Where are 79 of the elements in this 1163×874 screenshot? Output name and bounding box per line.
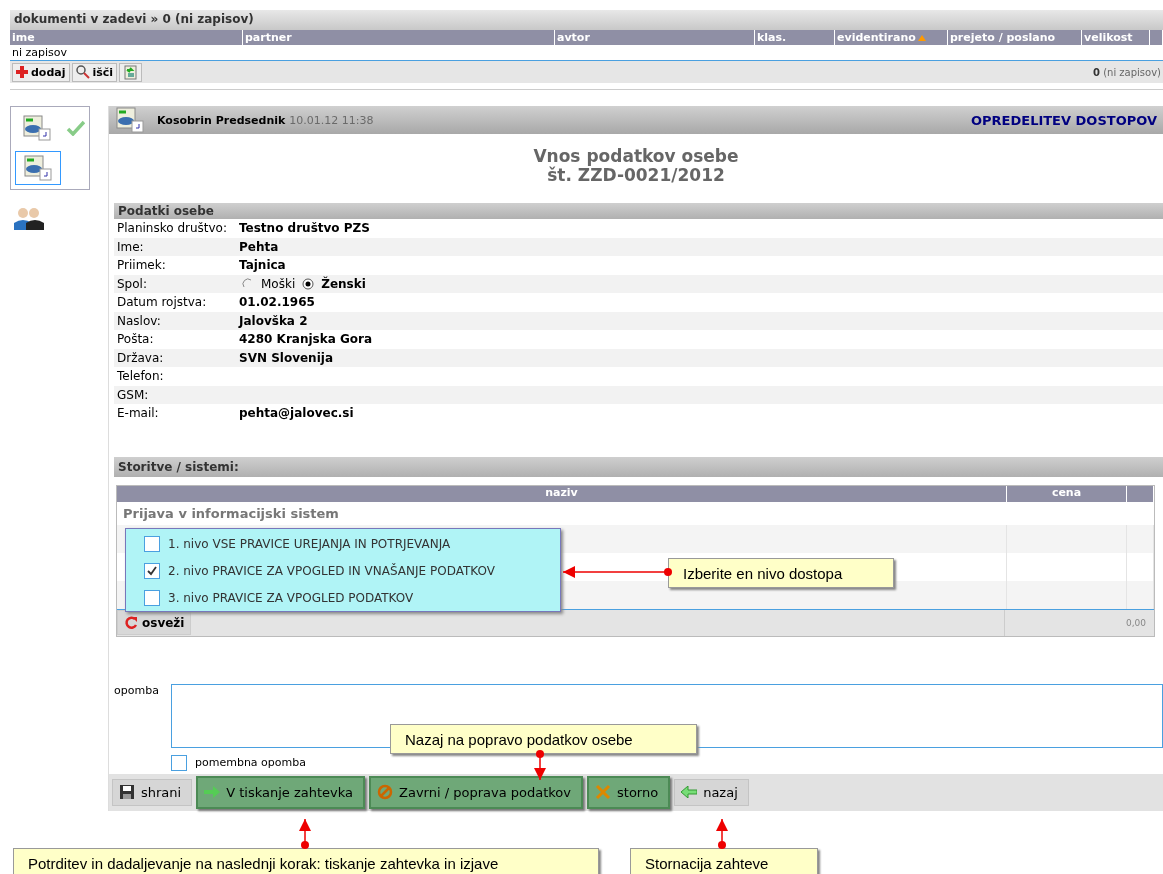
- checkbox[interactable]: [144, 562, 160, 579]
- sort-icon: [917, 34, 926, 41]
- document-number: št. ZZD-0021/2012: [546, 166, 726, 185]
- group-title: Prijava v informacijski sistem: [122, 504, 340, 523]
- field-label: Ime:: [117, 239, 145, 254]
- field-value: Testno društvo PZS: [239, 221, 370, 236]
- checkbox-label: 1. nivo VSE PRAVICE UREJANJA IN POTRJEVANJA: [168, 536, 451, 551]
- users-icon[interactable]: [14, 206, 44, 230]
- cross-icon: [595, 784, 611, 800]
- field-value: Tajnica: [239, 258, 286, 273]
- checkbox-label: pomembna opomba: [195, 756, 306, 769]
- document-icon: [123, 64, 139, 80]
- field-label: Pošta:: [117, 332, 155, 347]
- radio-button[interactable]: [302, 277, 315, 290]
- save-button[interactable]: shrani: [112, 778, 193, 806]
- callout: Izberite en nivo dostopa: [668, 558, 894, 588]
- arrow-left-icon: [681, 786, 698, 798]
- field-label: Datum rojstva:: [117, 295, 208, 310]
- refresh-button[interactable]: osveži: [117, 610, 192, 635]
- document-icon: [115, 107, 145, 133]
- empty-message: ni zapisov: [12, 46, 68, 59]
- panel-title: dokumenti v zadevi » 0 (ni zapisov): [10, 10, 1163, 30]
- note-label: opomba: [114, 683, 160, 699]
- document-icon: [21, 115, 52, 141]
- field-label: Spol:: [117, 276, 148, 291]
- author-name: Kosobrin Predsednik: [157, 113, 286, 127]
- section-header: Storitve / sistemi:: [114, 456, 1163, 477]
- field-label: Priimek:: [117, 258, 167, 273]
- column-header: [1150, 30, 1163, 45]
- checkbox[interactable]: [144, 535, 160, 552]
- callout-arrow: [534, 750, 546, 781]
- search-icon: [75, 65, 90, 79]
- form-title: Vnos podatkov osebe: [532, 147, 740, 166]
- checkbox-label: 3. nivo PRAVICE ZA VPOGLED PODATKOV: [168, 590, 414, 605]
- back-button[interactable]: nazaj: [674, 778, 749, 806]
- field-label: Telefon:: [117, 369, 165, 384]
- callout-arrow: [299, 818, 311, 849]
- arrow-right-icon: [204, 786, 221, 798]
- plus-icon: [16, 66, 28, 78]
- timestamp: 10.01.12 11:38: [289, 113, 374, 127]
- field-label: Naslov:: [117, 313, 162, 328]
- search-button[interactable]: išči: [71, 62, 118, 82]
- checkbox[interactable]: [171, 754, 187, 771]
- callout-arrow: [716, 818, 728, 849]
- field-value: Jalovška 2: [239, 313, 308, 328]
- callout: Nazaj na popravo podatkov osebe: [390, 724, 697, 754]
- callout: Potrditev in dadaljevanje na naslednji korak: tiskanje zahtevka in izjave: [13, 848, 599, 874]
- field-label: Država:: [117, 350, 165, 365]
- note-field[interactable]: [171, 683, 1163, 748]
- checkbox[interactable]: [144, 589, 160, 606]
- field-label: GSM:: [117, 387, 150, 402]
- field-value: SVN Slovenija: [239, 350, 333, 365]
- step-tile[interactable]: [15, 151, 61, 185]
- total-price: 0,00: [1004, 609, 1154, 636]
- radio-label: Moški: [261, 276, 296, 291]
- add-button[interactable]: dodaj: [12, 62, 70, 82]
- export-button[interactable]: [119, 62, 143, 82]
- column-header: [1127, 485, 1154, 502]
- section-header: Podatki osebe: [114, 203, 1163, 219]
- field-value: 01.02.1965: [239, 295, 315, 310]
- cancel-button[interactable]: storno: [587, 775, 671, 809]
- radio-label: Ženski: [321, 276, 366, 291]
- field-value: pehta@jalovec.si: [239, 406, 354, 421]
- field-label: E-mail:: [117, 406, 160, 421]
- field-label: Planinsko društvo:: [117, 221, 228, 236]
- radio-button[interactable]: [242, 277, 254, 290]
- block-button[interactable]: Zavrni / poprava podatkov: [369, 775, 583, 809]
- record-count: 0 (ni zapisov): [1093, 66, 1161, 78]
- section-title: OPREDELITEV DOSTOPOV: [971, 112, 1157, 128]
- document-icon: [23, 155, 53, 181]
- forward-button[interactable]: V tiskanje zahtevka: [196, 775, 366, 809]
- callout: Stornacija zahteve: [630, 848, 818, 874]
- checkbox-label: 2. nivo PRAVICE ZA VPOGLED IN VNAŠANJE PODATKOV: [168, 563, 495, 578]
- column-header: cena: [1007, 485, 1127, 502]
- prohibited-icon: [377, 784, 394, 800]
- refresh-icon: [124, 615, 138, 630]
- field-value: 4280 Kranjska Gora: [239, 332, 373, 347]
- field-value: Pehta: [239, 239, 279, 254]
- column-header: naziv: [117, 485, 1007, 502]
